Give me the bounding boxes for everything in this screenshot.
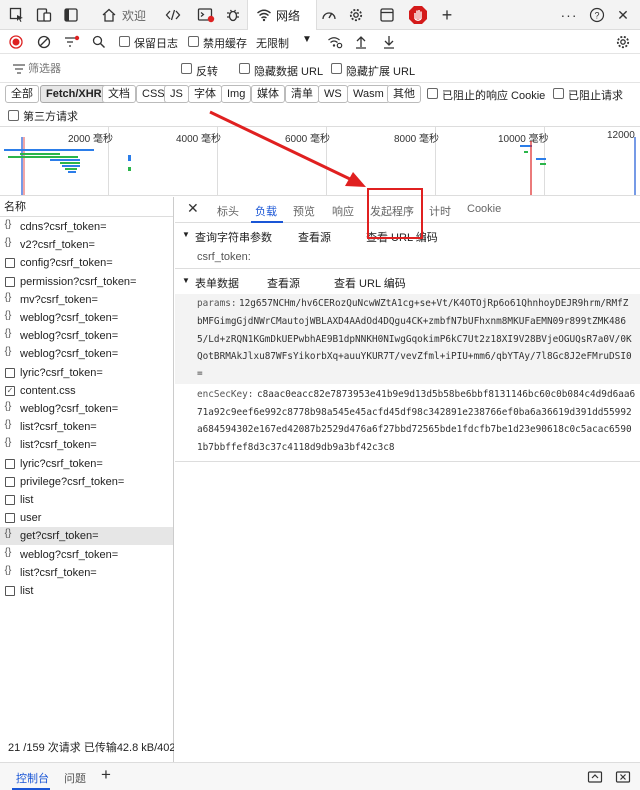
expand-triangle-icon: ▼ xyxy=(182,276,190,285)
document-icon xyxy=(5,513,15,524)
drawer-add-icon[interactable]: + xyxy=(101,765,111,785)
query-param-row: csrf_token: xyxy=(175,250,640,266)
request-row[interactable]: {} list?csrf_token= xyxy=(0,436,173,454)
enc-sec-key-block: encSecKey: c8aac0eacc82e7873953e41b9e9d1… xyxy=(175,384,640,462)
xhr-braces-icon: {} xyxy=(4,528,12,540)
request-row[interactable]: ✓ content.css xyxy=(0,382,173,400)
form-view-url-encoded[interactable]: 查看 URL 编码 xyxy=(334,275,406,291)
request-summary: 21 /159 次请求 已传输42.8 kB/402 xyxy=(8,742,174,754)
form-data-header[interactable]: ▼ 表单数据 查看源 查看 URL 编码 xyxy=(175,275,640,295)
request-name: v2?csrf_token= xyxy=(20,239,95,252)
form-view-source[interactable]: 查看源 xyxy=(267,275,300,291)
request-row[interactable]: {} weblog?csrf_token= xyxy=(0,400,173,418)
dock-drawer-icon[interactable] xyxy=(584,766,606,788)
form-data-title: 表单数据 xyxy=(195,278,239,290)
request-name: lyric?csrf_token= xyxy=(20,366,103,379)
section-divider xyxy=(175,268,640,269)
request-name: weblog?csrf_token= xyxy=(20,403,119,415)
document-icon xyxy=(5,495,15,505)
request-row[interactable]: list xyxy=(0,491,173,509)
enc-sec-key-label: encSecKey: xyxy=(197,389,254,400)
params-value-line: QotBRMAkJlxu87WFsYikorbXq+auuYKUR7T/vevZ… xyxy=(197,351,632,362)
request-row[interactable]: {} weblog?csrf_token= xyxy=(0,345,173,363)
enc-sec-key-line: 1b7bbffef8d3c37c4118d9db9a3bf42c3c8 xyxy=(197,442,395,453)
request-name: list?csrf_token= xyxy=(20,566,97,579)
css-file-icon: ✓ xyxy=(5,385,15,396)
request-name: weblog?csrf_token= xyxy=(20,312,119,324)
enc-sec-key-line: c8aac0eacc82e7873953e41b9e9d13d5b58be6bb… xyxy=(257,389,636,400)
xhr-braces-icon: {} xyxy=(4,328,12,340)
params-value-line: = xyxy=(197,368,203,379)
xhr-braces-icon: {} xyxy=(4,401,12,412)
params-value-line: bMFGimgGjdNWrCMautojWBLAXD4AAdOd4DQgu4CK… xyxy=(197,316,626,327)
request-row[interactable]: {} weblog?csrf_token= xyxy=(0,546,173,564)
request-row[interactable]: lyric?csrf_token= xyxy=(0,364,173,382)
document-icon xyxy=(5,258,15,269)
params-value-line: 5/Ld+zRQN1KGmDkUEPwbhAE9B1dpNNKH0NIwgGqo… xyxy=(197,334,632,345)
drawer-tab-console[interactable]: 控制台 xyxy=(16,770,49,786)
request-row[interactable]: privilege?csrf_token= xyxy=(0,473,173,491)
request-row[interactable]: {} list?csrf_token= xyxy=(0,564,173,582)
enc-sec-key-line: 71a92c9eef6e992c8778b98a545e45acfd45df98… xyxy=(197,407,632,418)
request-name: config?csrf_token= xyxy=(20,257,113,270)
xhr-braces-icon: {} xyxy=(4,346,12,358)
request-name: list?csrf_token= xyxy=(20,439,97,452)
xhr-braces-icon: {} xyxy=(4,291,12,303)
request-row[interactable]: lyric?csrf_token= xyxy=(0,455,173,473)
request-row[interactable]: user xyxy=(0,509,173,527)
annotation-arrow xyxy=(209,110,366,187)
request-row[interactable]: {} list?csrf_token= xyxy=(0,418,173,436)
request-row[interactable]: list xyxy=(0,582,173,600)
xhr-braces-icon: {} xyxy=(4,237,12,249)
request-name: lyric?csrf_token= xyxy=(20,457,103,470)
close-drawer-icon[interactable] xyxy=(612,766,634,788)
csrf-token-key: csrf_token: xyxy=(197,251,251,263)
request-name: mv?csrf_token= xyxy=(20,293,98,306)
request-row[interactable]: {} get?csrf_token= xyxy=(0,527,173,546)
drawer-bar: 控制台 问题 + xyxy=(0,762,640,790)
document-icon xyxy=(5,458,15,469)
xhr-braces-icon: {} xyxy=(4,546,12,558)
request-row[interactable]: {} weblog?csrf_token= xyxy=(0,327,173,345)
request-name: list xyxy=(20,494,34,506)
request-name: get?csrf_token= xyxy=(20,530,99,543)
request-row[interactable]: config?csrf_token= xyxy=(0,254,173,272)
xhr-braces-icon: {} xyxy=(4,564,12,576)
request-name: weblog?csrf_token= xyxy=(20,348,119,361)
document-icon xyxy=(5,586,15,596)
request-row[interactable]: permission?csrf_token= xyxy=(0,273,173,291)
xhr-braces-icon: {} xyxy=(4,437,12,449)
drawer-tab-issues[interactable]: 问题 xyxy=(64,770,86,786)
document-icon xyxy=(5,367,15,378)
xhr-braces-icon: {} xyxy=(4,310,12,321)
request-name: content.css xyxy=(20,384,76,397)
request-name: weblog?csrf_token= xyxy=(20,330,119,343)
request-name: privilege?csrf_token= xyxy=(20,475,125,488)
request-name: list?csrf_token= xyxy=(20,421,97,434)
request-name: user xyxy=(20,512,42,525)
request-name: weblog?csrf_token= xyxy=(20,548,119,561)
xhr-braces-icon: {} xyxy=(4,419,12,431)
request-name: list xyxy=(20,585,34,597)
enc-sec-key-line: a684594302e167ed42087b2529d476a6f27bbd72… xyxy=(197,424,632,435)
document-icon xyxy=(5,276,15,287)
params-block: params: 12g657NCHm/hv6CERozQuNcwWZtA1cg+… xyxy=(175,294,640,384)
document-icon xyxy=(5,476,15,487)
params-key: params: xyxy=(197,298,237,309)
request-name: permission?csrf_token= xyxy=(20,275,137,288)
request-row[interactable]: {} mv?csrf_token= xyxy=(0,291,173,309)
request-row[interactable]: {} weblog?csrf_token= xyxy=(0,309,173,327)
params-value-line: 12g657NCHm/hv6CERozQuNcwWZtA1cg+se+Vt/K4… xyxy=(239,298,629,309)
